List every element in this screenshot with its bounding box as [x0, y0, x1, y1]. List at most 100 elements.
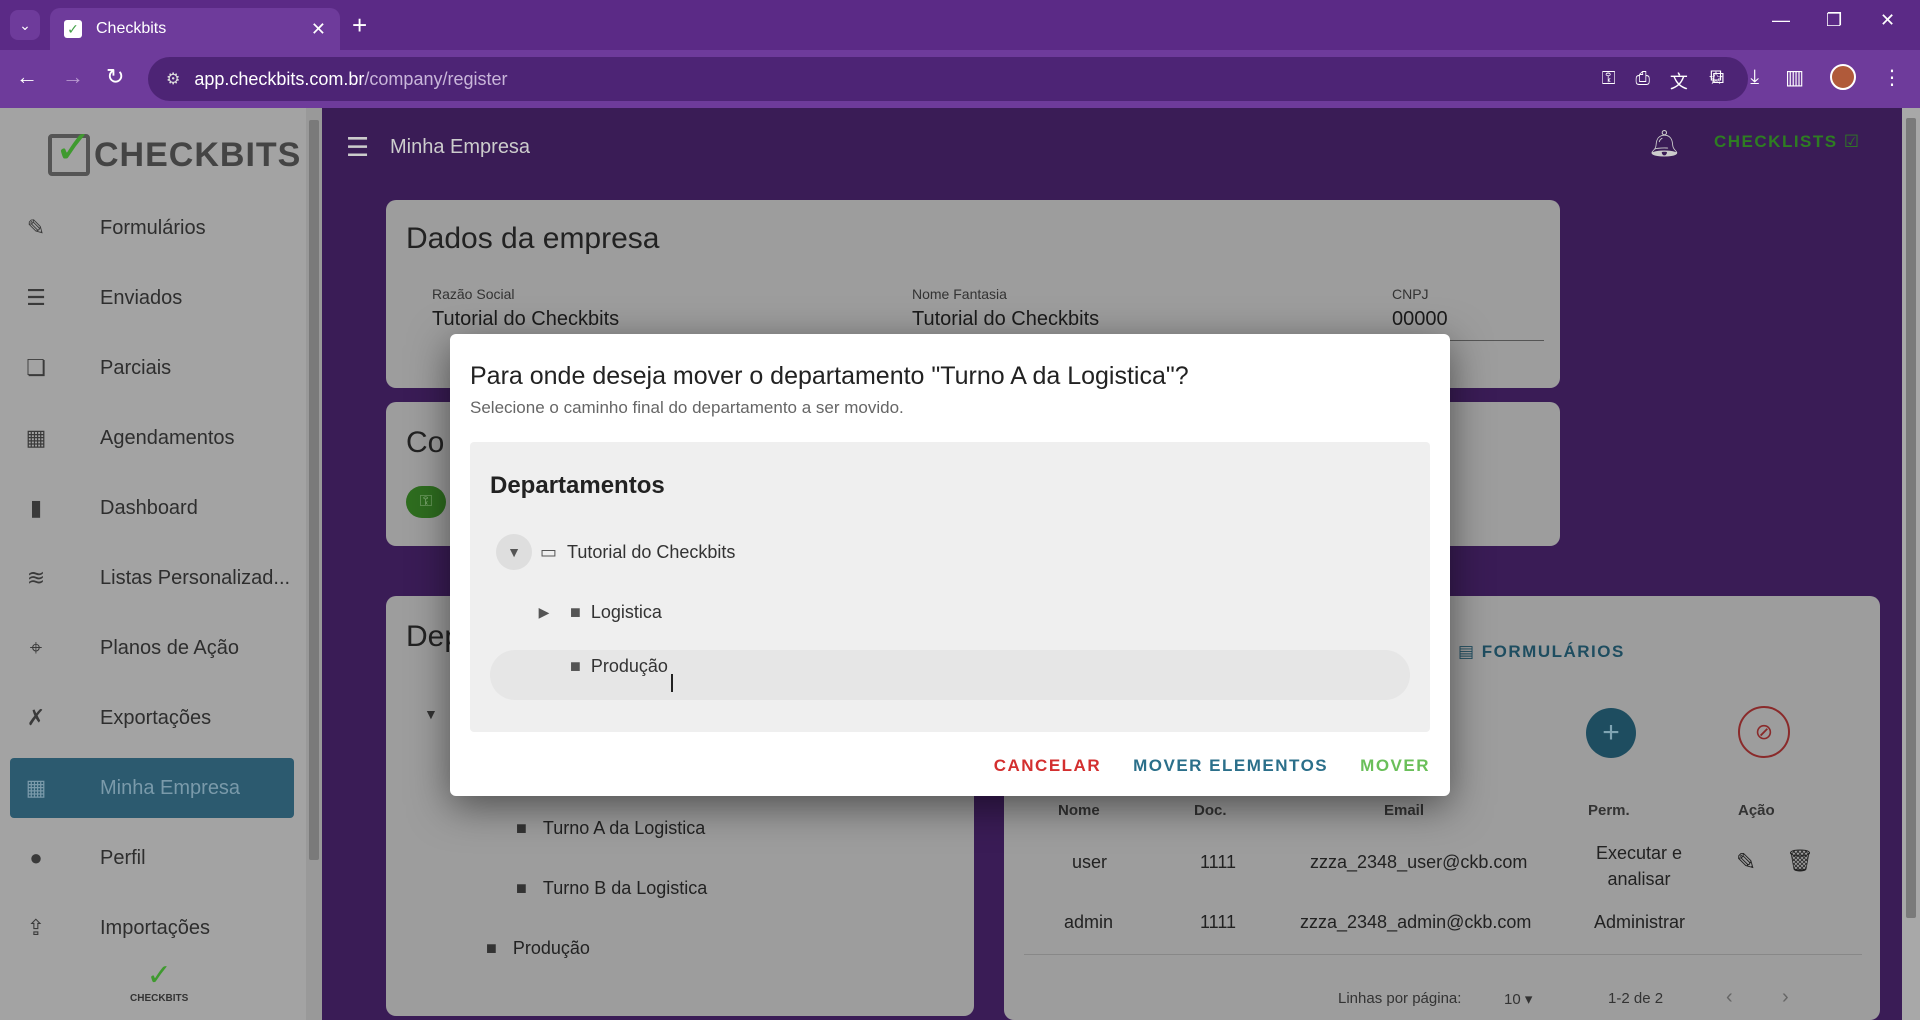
tab-close-icon[interactable]: ✕ [311, 19, 326, 40]
logo-text: CHECKBITS [94, 135, 302, 174]
tree-node-logistica[interactable]: ▶ ■ Logistica [526, 594, 662, 630]
back-icon[interactable]: ← [16, 64, 38, 90]
col-nome[interactable]: Nome [1058, 802, 1100, 819]
sidebar-item-label: Parciais [100, 356, 172, 379]
main-scrollbar[interactable] [1902, 108, 1920, 1020]
sidebar-item-perfil[interactable]: ● Perfil [10, 828, 294, 888]
dialog-actions: CANCELAR MOVER ELEMENTOS MOVER [994, 756, 1430, 776]
sidebar-item-parciais[interactable]: ❏ Parciais [10, 338, 294, 398]
browser-menu-icon[interactable]: ⋮ [1882, 65, 1902, 90]
sidebar-item-planos[interactable]: ⌖ Planos de Ação [10, 618, 294, 678]
tree-node-producao[interactable]: ■ Produção [562, 656, 668, 677]
key-chip-icon[interactable]: ⚿ [406, 486, 446, 518]
col-doc[interactable]: Doc. [1194, 802, 1227, 819]
dept-expand-icon[interactable]: ▼ [424, 706, 438, 722]
site-info-icon[interactable]: ⚙ [166, 69, 180, 89]
add-user-button[interactable]: + [1586, 708, 1636, 758]
url-host: app.checkbits.com.br [194, 68, 365, 89]
menu-icon[interactable]: ☰ [346, 132, 369, 163]
cnpj-field[interactable]: 00000 [1392, 308, 1448, 331]
sidebar-item-importacoes[interactable]: ⇪ Importações [10, 898, 294, 958]
checklists-label: CHECKLISTS [1714, 132, 1838, 151]
tab-title: Checkbits [96, 20, 167, 37]
prev-page-icon[interactable]: ‹ [1726, 986, 1733, 1009]
table-divider [1024, 954, 1862, 955]
footer-logo-check-icon: ✓ [146, 959, 172, 992]
close-window-icon[interactable]: ✕ [1880, 10, 1895, 31]
tab-search-button[interactable]: ⌄ [10, 10, 40, 40]
razao-social-field[interactable]: Tutorial do Checkbits [432, 308, 619, 331]
app-sidebar: CHECKBITS ✎ Formulários ☰ Enviados ❏ Parcia… [0, 108, 322, 1020]
side-panel-icon[interactable]: ▥ [1785, 65, 1804, 90]
sent-icon: ☰ [26, 285, 46, 310]
sidebar-item-dashboard[interactable]: ▮ Dashboard [10, 478, 294, 538]
bell-icon[interactable]: 🔔︎ [1648, 128, 1681, 159]
sidebar-item-label: Formulários [100, 216, 206, 239]
tree-node-label: Tutorial do Checkbits [567, 541, 736, 562]
calendar-icon: ▦ [25, 425, 47, 450]
cell-doc: 1111 [1200, 852, 1237, 872]
dept-item[interactable]: ■ Produção [486, 938, 590, 959]
restore-icon[interactable]: ❐ [1826, 10, 1842, 31]
checkbox-icon: ☑ [1843, 132, 1861, 151]
sidebar-scrollbar-thumb[interactable] [309, 120, 319, 860]
sidebar-scrollbar[interactable] [306, 108, 322, 1020]
checklists-button[interactable]: CHECKLISTS ☑ [1714, 132, 1861, 152]
razao-social-label: Razão Social [432, 286, 515, 302]
sidebar-item-listas[interactable]: ≋ Listas Personalizad... [10, 548, 294, 608]
collapse-arrow-icon[interactable]: ▼ [496, 534, 532, 570]
remove-user-button[interactable]: ⊘ [1738, 706, 1790, 758]
install-icon[interactable]: ⎙ [1635, 68, 1649, 94]
dept-item[interactable]: ■ Turno A da Logistica [516, 818, 705, 839]
sidebar-nav: ✎ Formulários ☰ Enviados ❏ Parciais ▦ Agenda… [10, 198, 294, 968]
expand-arrow-icon[interactable]: ▶ [526, 594, 562, 630]
sidebar-item-minha-empresa[interactable]: ▦ Minha Empresa [10, 758, 294, 818]
tree-node-label: Logistica [590, 601, 662, 622]
excel-icon: ✗ [26, 705, 46, 730]
document-icon: ▤ [1458, 642, 1476, 661]
col-email[interactable]: Email [1384, 802, 1424, 819]
edit-icon[interactable]: ✎ [1736, 848, 1756, 877]
company-card-heading: Dados da empresa [406, 222, 660, 255]
dept-item[interactable]: ■ Turno B da Logistica [516, 878, 707, 899]
rows-per-page-select[interactable]: 10 ▾ [1504, 990, 1532, 1008]
sidebar-item-agendamentos[interactable]: ▦ Agendamentos [10, 408, 294, 468]
building-icon: ▦ [25, 775, 47, 800]
dept-item-label: Turno B da Logistica [542, 878, 708, 898]
profile-avatar[interactable] [1830, 64, 1856, 90]
sidebar-item-exportacoes[interactable]: ✗ Exportações [10, 688, 294, 748]
sidebar-item-formularios[interactable]: ✎ Formulários [10, 198, 294, 258]
cell-nome: admin [1064, 912, 1114, 932]
sidebar-item-enviados[interactable]: ☰ Enviados [10, 268, 294, 328]
extensions-icon[interactable]: ⧉ [1710, 66, 1724, 89]
cancel-button[interactable]: CANCELAR [994, 756, 1101, 776]
forward-icon[interactable]: → [62, 64, 84, 90]
trash-icon[interactable]: 🗑︎ [1786, 848, 1814, 874]
folder-icon: ■ [570, 656, 581, 676]
sidebar-item-label: Perfil [100, 846, 146, 869]
col-acao: Ação [1738, 802, 1775, 819]
sidebar-item-label: Dashboard [100, 496, 198, 519]
formularios-tab[interactable]: ▤ FORMULÁRIOS [1458, 642, 1625, 662]
browser-tab[interactable]: ✓ Checkbits ✕ [50, 8, 340, 50]
col-perm[interactable]: Perm. [1588, 802, 1630, 819]
move-elements-button[interactable]: MOVER ELEMENTOS [1133, 756, 1328, 776]
cell-perm: Administrar [1594, 912, 1686, 932]
main-scrollbar-thumb[interactable] [1906, 118, 1916, 918]
next-page-icon[interactable]: › [1782, 986, 1789, 1009]
cnpj-label: CNPJ [1392, 286, 1429, 302]
browser-tab-bar: ⌄ ✓ Checkbits ✕ + — ❐ ✕ [0, 0, 1920, 50]
new-tab-button[interactable]: + [352, 10, 367, 41]
download-icon[interactable]: ⤓ [1750, 66, 1759, 89]
sidebar-item-label: Exportações [100, 706, 212, 729]
nome-fantasia-field[interactable]: Tutorial do Checkbits [912, 308, 1099, 331]
address-bar[interactable]: ⚙ app.checkbits.com.br/company/register … [148, 57, 1748, 101]
footer-logo-text: CHECKBITS [130, 993, 189, 1004]
translate-icon[interactable]: 文 [1670, 68, 1688, 94]
key-icon[interactable]: ⚿ [1602, 68, 1616, 94]
move-button[interactable]: MOVER [1360, 756, 1430, 776]
minimize-icon[interactable]: — [1772, 10, 1790, 31]
tree-node-root[interactable]: ▼ ▭ Tutorial do Checkbits [496, 534, 735, 570]
cell-nome: user [1072, 852, 1108, 872]
reload-icon[interactable]: ↻ [106, 64, 124, 90]
